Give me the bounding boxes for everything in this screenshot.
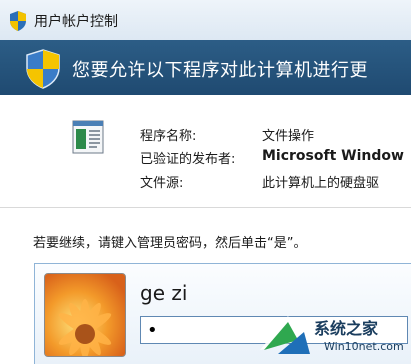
watermark-url: Win10net.com — [324, 340, 404, 353]
program-name-value: 文件操作 — [262, 129, 315, 144]
file-origin-label: 文件源: — [140, 176, 184, 191]
window-title: 用户帐户控制 — [34, 14, 118, 30]
program-name-label: 程序名称: — [140, 129, 197, 144]
username-label: ge zi — [140, 281, 188, 305]
publisher-label: 已验证的发布者: — [140, 152, 236, 167]
uac-shield-icon — [10, 11, 26, 31]
divider — [0, 207, 411, 208]
file-operation-icon — [72, 120, 104, 154]
banner-question: 您要允许以下程序对此计算机进行更 — [72, 60, 368, 81]
title-bar: 用户帐户控制 — [0, 0, 411, 41]
publisher-value: Microsoft Window — [262, 148, 404, 164]
uac-shield-icon — [26, 49, 60, 89]
user-avatar — [44, 273, 126, 357]
file-origin-value: 此计算机上的硬盘驱 — [262, 176, 380, 191]
instruction-text: 若要继续，请键入管理员密码，然后单击“是”。 — [33, 236, 307, 251]
prompt-banner: 您要允许以下程序对此计算机进行更 — [0, 40, 411, 95]
watermark-title: 系统之家 — [314, 319, 379, 338]
orange-flower-avatar — [45, 274, 125, 356]
